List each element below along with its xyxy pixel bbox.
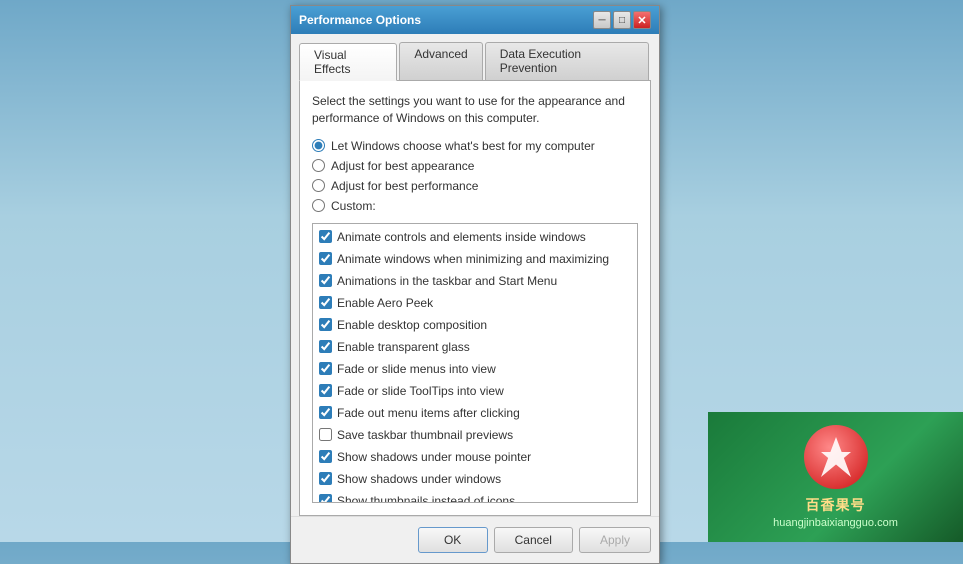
- tab-dep[interactable]: Data Execution Prevention: [485, 42, 649, 80]
- radio-let-windows-input[interactable]: [312, 139, 325, 152]
- radio-custom-label: Custom:: [331, 199, 376, 213]
- checkbox-item: Animations in the taskbar and Start Menu: [313, 270, 637, 292]
- radio-custom: Custom:: [312, 199, 638, 213]
- performance-options-dialog: Performance Options ─ □ ✕ Visual Effects…: [290, 5, 660, 564]
- tab-content: Select the settings you want to use for …: [299, 80, 651, 516]
- checkbox-label: Fade or slide ToolTips into view: [337, 382, 504, 400]
- checkbox-label: Show shadows under mouse pointer: [337, 448, 531, 466]
- radio-best-performance-label: Adjust for best performance: [331, 179, 478, 193]
- checkbox-label: Fade out menu items after clicking: [337, 404, 520, 422]
- description-text: Select the settings you want to use for …: [312, 93, 638, 127]
- checkbox-4[interactable]: [319, 318, 332, 331]
- cancel-button[interactable]: Cancel: [494, 527, 573, 553]
- checkbox-12[interactable]: [319, 494, 332, 503]
- brand-icon: [804, 425, 868, 489]
- checkbox-2[interactable]: [319, 274, 332, 287]
- radio-let-windows: Let Windows choose what's best for my co…: [312, 139, 638, 153]
- checkbox-label: Enable Aero Peek: [337, 294, 433, 312]
- checkbox-item: Fade out menu items after clicking: [313, 402, 637, 424]
- checkbox-item: Animate controls and elements inside win…: [313, 226, 637, 248]
- checkbox-item: Fade or slide ToolTips into view: [313, 380, 637, 402]
- maximize-button[interactable]: □: [613, 11, 631, 29]
- radio-best-performance: Adjust for best performance: [312, 179, 638, 193]
- radio-custom-input[interactable]: [312, 199, 325, 212]
- checkbox-item: Show shadows under windows: [313, 468, 637, 490]
- radio-group: Let Windows choose what's best for my co…: [312, 139, 638, 213]
- title-bar-buttons: ─ □ ✕: [593, 11, 651, 29]
- checkbox-label: Enable desktop composition: [337, 316, 487, 334]
- checkbox-item: Fade or slide menus into view: [313, 358, 637, 380]
- checkbox-item: Enable transparent glass: [313, 336, 637, 358]
- checkbox-9[interactable]: [319, 428, 332, 441]
- tabs: Visual Effects Advanced Data Execution P…: [299, 42, 651, 80]
- checkbox-3[interactable]: [319, 296, 332, 309]
- radio-best-appearance-input[interactable]: [312, 159, 325, 172]
- apply-button[interactable]: Apply: [579, 527, 651, 553]
- checkbox-label: Fade or slide menus into view: [337, 360, 496, 378]
- checkbox-label: Save taskbar thumbnail previews: [337, 426, 513, 444]
- checkbox-item: Show shadows under mouse pointer: [313, 446, 637, 468]
- checkbox-1[interactable]: [319, 252, 332, 265]
- minimize-button[interactable]: ─: [593, 11, 611, 29]
- checkbox-label: Show thumbnails instead of icons: [337, 492, 515, 503]
- checkbox-label: Show shadows under windows: [337, 470, 501, 488]
- checkbox-item: Enable Aero Peek: [313, 292, 637, 314]
- checkbox-label: Enable transparent glass: [337, 338, 470, 356]
- checkbox-list[interactable]: Animate controls and elements inside win…: [312, 223, 638, 503]
- dialog-footer: OK Cancel Apply: [291, 516, 659, 563]
- tab-visual-effects[interactable]: Visual Effects: [299, 43, 397, 81]
- right-panel: 百香果号 huangjinbaixiangguo.com: [708, 0, 963, 542]
- brand-box: 百香果号 huangjinbaixiangguo.com: [708, 412, 963, 542]
- tab-container: Visual Effects Advanced Data Execution P…: [291, 34, 659, 80]
- close-button[interactable]: ✕: [633, 11, 651, 29]
- checkbox-6[interactable]: [319, 362, 332, 375]
- checkbox-label: Animations in the taskbar and Start Menu: [337, 272, 557, 290]
- checkbox-8[interactable]: [319, 406, 332, 419]
- checkbox-item: Enable desktop composition: [313, 314, 637, 336]
- radio-best-appearance: Adjust for best appearance: [312, 159, 638, 173]
- dialog-title: Performance Options: [299, 13, 421, 27]
- tab-advanced[interactable]: Advanced: [399, 42, 482, 80]
- checkbox-5[interactable]: [319, 340, 332, 353]
- ok-button[interactable]: OK: [418, 527, 488, 553]
- brand-name: 百香果号: [806, 495, 866, 515]
- checkbox-item: Show thumbnails instead of icons: [313, 490, 637, 503]
- radio-best-appearance-label: Adjust for best appearance: [331, 159, 474, 173]
- checkbox-7[interactable]: [319, 384, 332, 397]
- checkbox-item: Save taskbar thumbnail previews: [313, 424, 637, 446]
- radio-let-windows-label: Let Windows choose what's best for my co…: [331, 139, 595, 153]
- checkbox-label: Animate windows when minimizing and maxi…: [337, 250, 609, 268]
- brand-url: huangjinbaixiangguo.com: [773, 517, 898, 529]
- checkbox-11[interactable]: [319, 472, 332, 485]
- title-bar: Performance Options ─ □ ✕: [291, 6, 659, 34]
- checkbox-0[interactable]: [319, 230, 332, 243]
- checkbox-item: Animate windows when minimizing and maxi…: [313, 248, 637, 270]
- radio-best-performance-input[interactable]: [312, 179, 325, 192]
- checkbox-10[interactable]: [319, 450, 332, 463]
- checkbox-label: Animate controls and elements inside win…: [337, 228, 586, 246]
